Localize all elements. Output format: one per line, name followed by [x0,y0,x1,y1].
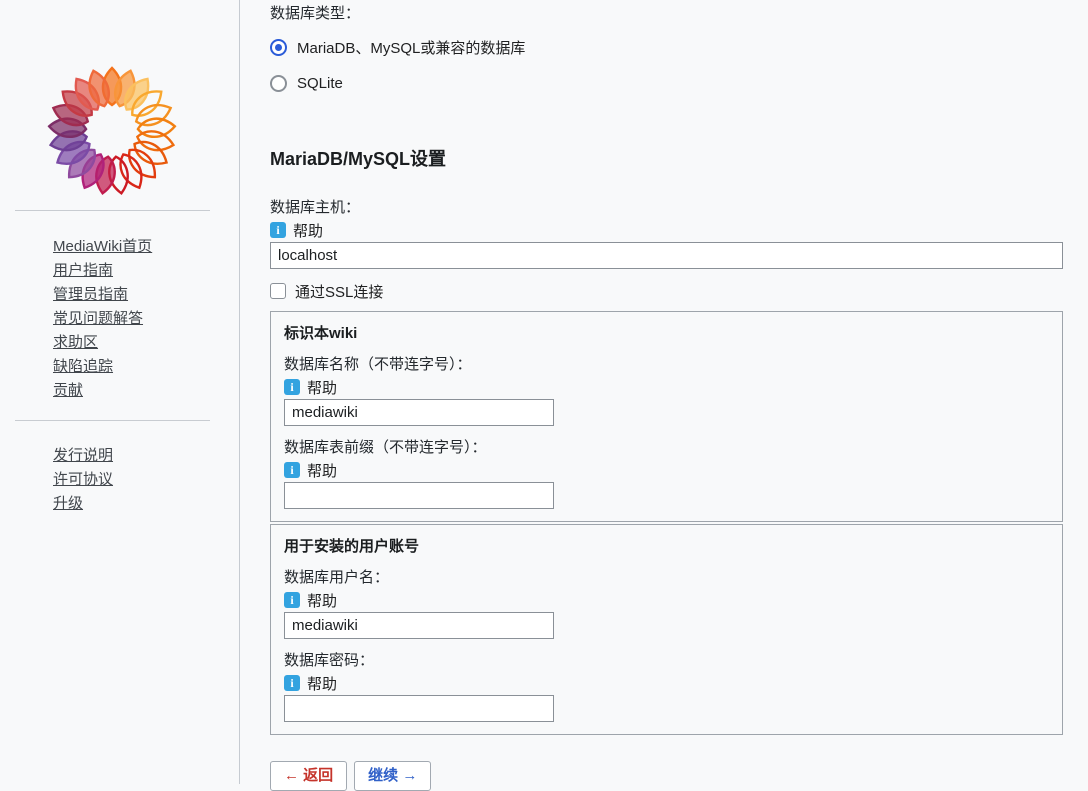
ssl-option[interactable]: 通过SSL连接 [270,283,1063,299]
sidebar-item-admin-guide[interactable]: 管理员指南 [53,283,152,307]
sidebar-link[interactable]: 升级 [53,495,83,512]
ssl-checkbox-label[interactable]: 通过SSL连接 [295,281,383,302]
fieldset-identify-wiki: 标识本wiki 数据库名称（不带连字号）： i 帮助 数据库表前缀（不带连字号）… [270,311,1063,522]
section-title: MariaDB/MySQL设置 [270,147,1063,171]
fieldset-account-legend: 用于安装的用户账号 [284,537,1049,556]
sidebar-item-faq[interactable]: 常见问题解答 [53,307,152,331]
radio-mariadb[interactable] [270,39,287,56]
sidebar-link[interactable]: 发行说明 [53,447,113,464]
help-link-label[interactable]: 帮助 [307,377,337,398]
fieldset-identify-legend: 标识本wiki [284,324,1049,343]
help-link-label[interactable]: 帮助 [293,220,323,241]
sidebar-item-upgrade[interactable]: 升级 [53,492,113,516]
sidebar-item-contribute[interactable]: 贡献 [53,379,152,403]
db-name-input[interactable] [284,399,554,426]
info-icon: i [284,379,300,395]
help-link-label[interactable]: 帮助 [307,590,337,611]
back-button[interactable]: ← 返回 [270,761,347,791]
info-icon: i [270,222,286,238]
db-password-input[interactable] [284,695,554,722]
sidebar-link[interactable]: 常见问题解答 [53,310,143,327]
installer-form: 数据库类型： MariaDB、MySQL或兼容的数据库 SQLite Maria… [270,0,1063,791]
help-link-label[interactable]: 帮助 [307,460,337,481]
radio-sqlite-label[interactable]: SQLite [297,75,343,92]
db-host-label: 数据库主机： [270,198,1063,218]
radio-mariadb-label[interactable]: MariaDB、MySQL或兼容的数据库 [297,37,525,58]
help-link-label[interactable]: 帮助 [307,673,337,694]
radio-dot [275,44,282,51]
db-password-help-link[interactable]: i 帮助 [284,674,337,692]
sidebar-link[interactable]: 求助区 [53,334,98,351]
sidebar-item-license[interactable]: 许可协议 [53,468,113,492]
db-type-option-mariadb[interactable]: MariaDB、MySQL或兼容的数据库 [270,37,1063,57]
sidebar-link[interactable]: 许可协议 [53,471,113,488]
sidebar-item-mediawiki-home[interactable]: MediaWiki首页 [53,235,152,259]
db-prefix-help-link[interactable]: i 帮助 [284,461,337,479]
db-user-input[interactable] [284,612,554,639]
sidebar-link[interactable]: 缺陷追踪 [53,358,113,375]
db-name-label: 数据库名称（不带连字号）： [284,355,1049,375]
db-type-label: 数据库类型： [270,4,1063,24]
db-prefix-input[interactable] [284,482,554,509]
ssl-checkbox[interactable] [270,283,286,299]
sidebar-item-bug-tracker[interactable]: 缺陷追踪 [53,355,152,379]
db-prefix-label: 数据库表前缀（不带连字号）： [284,438,1049,458]
sidebar-nav-primary: MediaWiki首页 用户指南 管理员指南 常见问题解答 求助区 缺陷追踪 贡… [53,235,152,403]
sidebar-link[interactable]: 用户指南 [53,262,113,279]
info-icon: i [284,592,300,608]
info-icon: i [284,675,300,691]
db-host-input[interactable] [270,242,1063,269]
sidebar: MediaWiki首页 用户指南 管理员指南 常见问题解答 求助区 缺陷追踪 贡… [0,0,240,784]
radio-dot [275,80,282,87]
db-type-option-sqlite[interactable]: SQLite [270,73,1063,93]
radio-sqlite[interactable] [270,75,287,92]
continue-button[interactable]: 继续 → [354,761,431,791]
db-password-label: 数据库密码： [284,651,1049,671]
sidebar-item-release-notes[interactable]: 发行说明 [53,444,113,468]
sidebar-link[interactable]: MediaWiki首页 [53,238,152,255]
db-host-help-link[interactable]: i 帮助 [270,221,323,239]
sidebar-item-help-area[interactable]: 求助区 [53,331,152,355]
mediawiki-sunflower-logo [46,60,178,202]
sidebar-link[interactable]: 贡献 [53,382,83,399]
sidebar-item-user-guide[interactable]: 用户指南 [53,259,152,283]
db-user-help-link[interactable]: i 帮助 [284,591,337,609]
db-name-help-link[interactable]: i 帮助 [284,378,337,396]
sidebar-nav-secondary: 发行说明 许可协议 升级 [53,444,113,516]
sidebar-divider-bottom [15,420,210,421]
info-icon: i [284,462,300,478]
sidebar-divider-top [15,210,210,211]
fieldset-install-account: 用于安装的用户账号 数据库用户名： i 帮助 数据库密码： i 帮助 [270,524,1063,735]
db-user-label: 数据库用户名： [284,568,1049,588]
wizard-buttons: ← 返回 继续 → [270,761,1063,791]
sidebar-link[interactable]: 管理员指南 [53,286,128,303]
